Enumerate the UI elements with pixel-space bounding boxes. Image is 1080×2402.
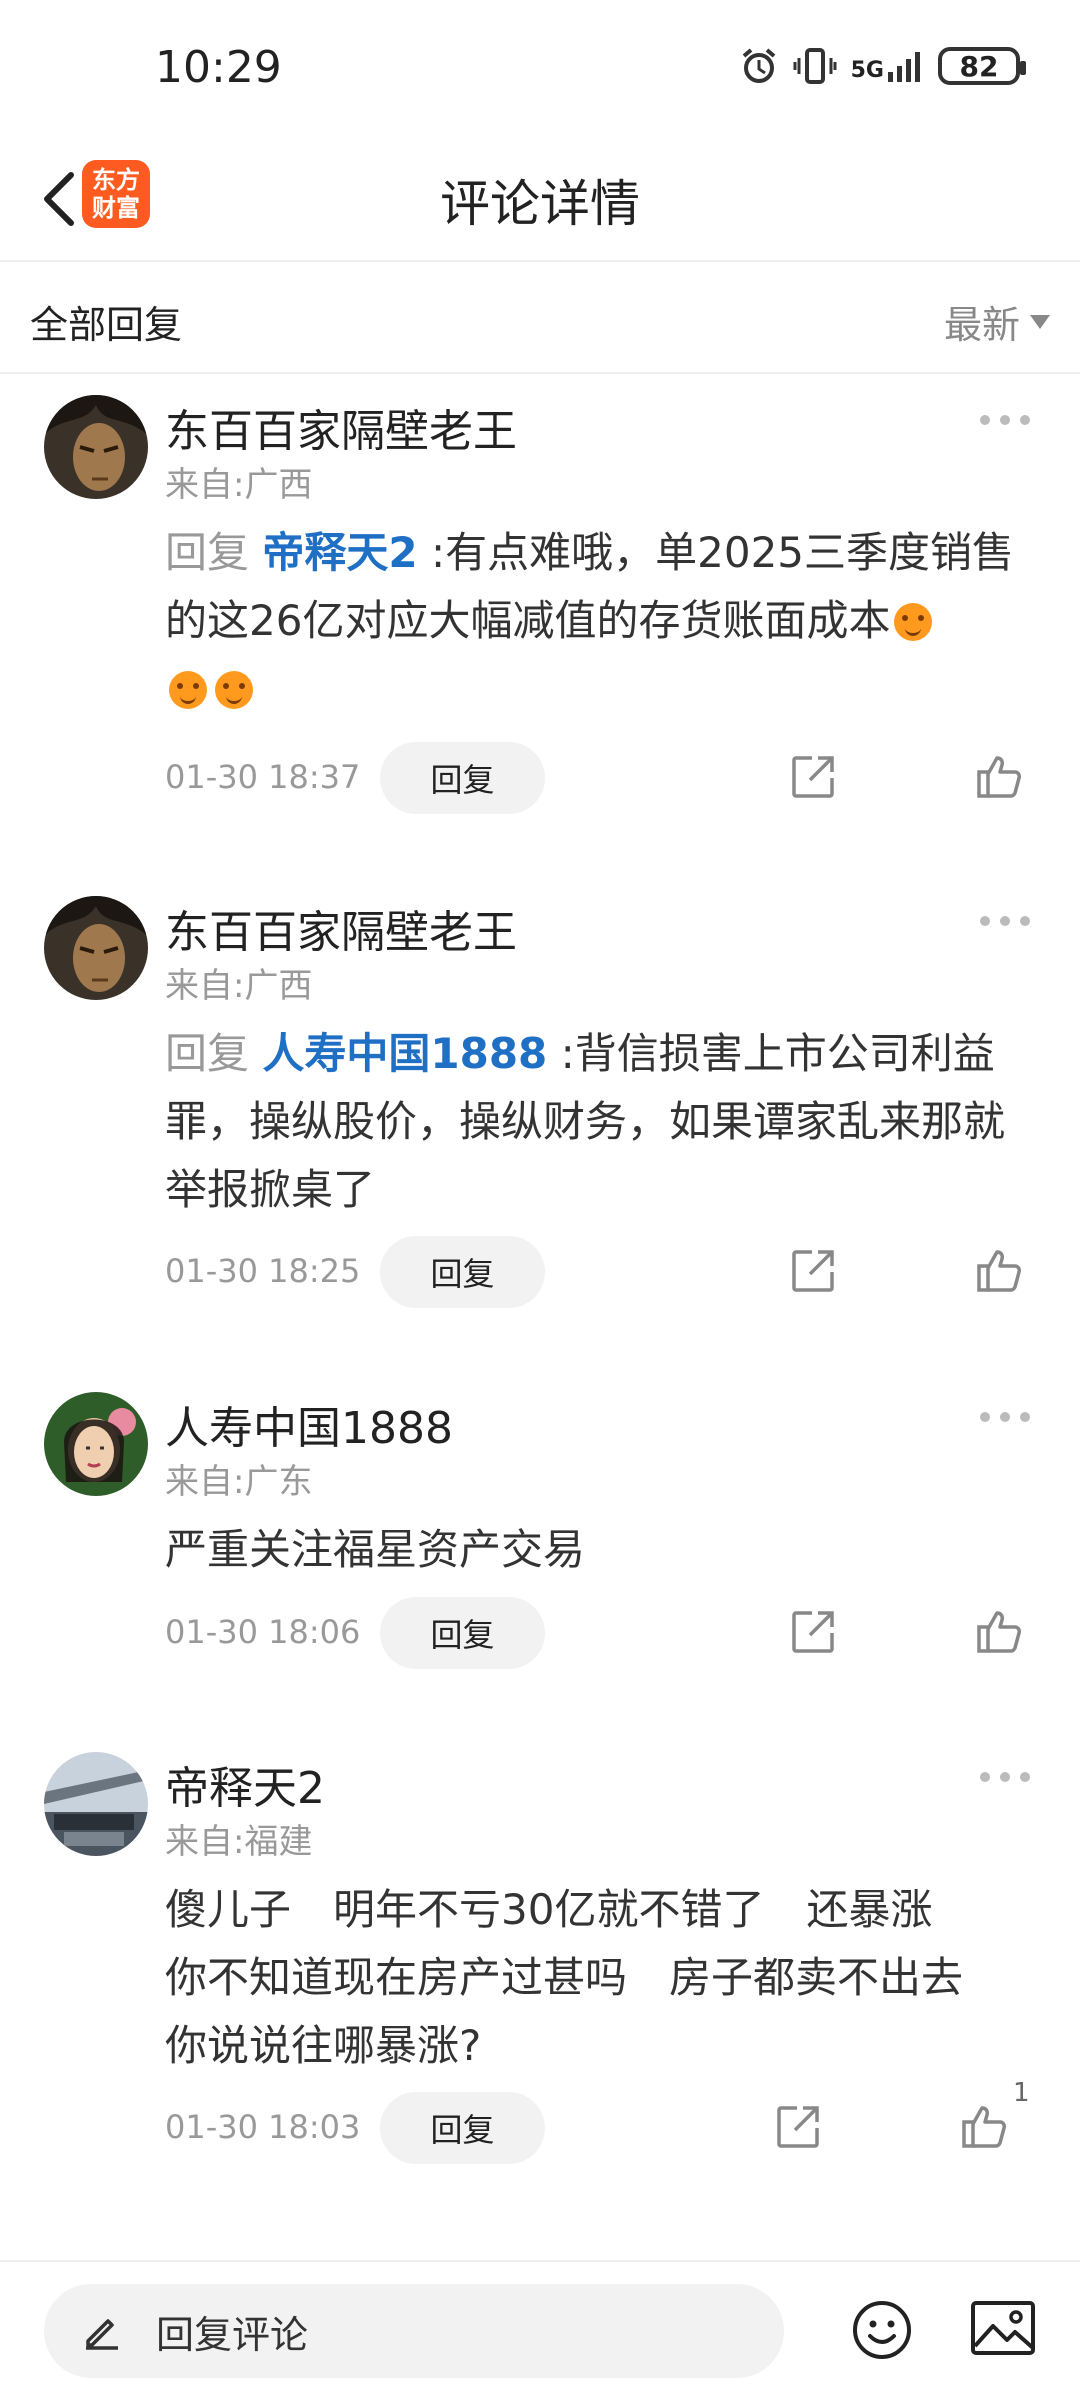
reply-button[interactable]: 回复 <box>380 742 545 814</box>
user-location: 来自:广西 <box>165 465 313 505</box>
comment-actions: 01-30 18:25 回复 <box>165 1236 1045 1308</box>
more-options-button[interactable] <box>980 1772 1030 1782</box>
comment-text: 回复 人寿中国1888 :背信损害上市公司利益罪，操纵股价，操纵财务，如果谭家乱… <box>165 1029 1006 1214</box>
avatar[interactable] <box>44 1392 148 1496</box>
comment-text: 严重关注福星资产交易 <box>165 1525 586 1574</box>
mention-link[interactable]: 人寿中国1888 <box>262 1029 547 1078</box>
username[interactable]: 人寿中国1888 <box>165 1392 453 1456</box>
reply-button[interactable]: 回复 <box>380 1236 545 1308</box>
comment-actions: 01-30 18:06 回复 <box>165 1597 1045 1669</box>
sort-dropdown[interactable]: 最新 <box>944 294 1050 349</box>
alarm-icon <box>742 48 775 83</box>
comment-text: 傻儿子 明年不亏30亿就不错了 还暴涨 你不知道现在房产过甚吗 房子都卖不出去 … <box>165 1885 964 2070</box>
status-time: 10:29 <box>155 42 282 93</box>
comment-actions: 01-30 18:37 回复 <box>165 742 1045 814</box>
status-icons: 5G 82 <box>739 46 1026 86</box>
user-location: 来自:广东 <box>165 1462 313 1502</box>
avatar[interactable] <box>44 395 148 499</box>
avatar[interactable] <box>44 896 148 1000</box>
thumbs-up-icon[interactable] <box>975 1246 1023 1294</box>
reply-button[interactable]: 回复 <box>380 2092 545 2164</box>
battery-indicator: 82 <box>938 47 1026 85</box>
comment-time: 01-30 18:37 <box>165 758 361 796</box>
grin-emoji-icon <box>169 671 207 709</box>
user-location: 来自:广西 <box>165 966 313 1006</box>
share-icon[interactable] <box>790 1248 836 1294</box>
replies-section-header: 全部回复 最新 <box>0 262 1080 374</box>
share-icon[interactable] <box>790 754 836 800</box>
emoji-icon[interactable] <box>850 2298 914 2362</box>
grin-emoji-icon <box>215 671 253 709</box>
reply-button[interactable]: 回复 <box>380 1597 545 1669</box>
more-options-button[interactable] <box>980 916 1030 926</box>
share-icon[interactable] <box>775 2104 821 2150</box>
share-icon[interactable] <box>790 1609 836 1655</box>
image-icon[interactable] <box>970 2300 1036 2356</box>
all-replies-label: 全部回复 <box>30 303 183 347</box>
avatar[interactable] <box>44 1752 148 1856</box>
nav-header: 东方 财富 评论详情 <box>0 140 1080 262</box>
more-options-button[interactable] <box>980 1412 1030 1422</box>
grin-emoji-icon <box>894 603 933 641</box>
bottom-reply-bar: 回复评论 <box>0 2260 1080 2402</box>
comment-actions: 01-30 18:03 回复 1 <box>165 2078 1045 2164</box>
status-bar: 10:29 5G 82 <box>0 0 1080 140</box>
thumbs-up-icon[interactable] <box>975 1607 1023 1655</box>
user-location: 来自:福建 <box>165 1822 313 1862</box>
comment-time: 01-30 18:06 <box>165 1613 361 1651</box>
username[interactable]: 东百百家隔壁老王 <box>165 896 517 960</box>
reply-input[interactable]: 回复评论 <box>44 2284 784 2378</box>
mention-link[interactable]: 帝释天2 <box>262 528 417 577</box>
like-count: 1 <box>1013 2078 1030 2108</box>
more-options-button[interactable] <box>980 415 1030 425</box>
comment-text: 回复 帝释天2 :有点难哦，单2025三季度销售的这26亿对应大幅减值的存货账面… <box>165 519 1035 723</box>
comment-time: 01-30 18:03 <box>165 2108 361 2146</box>
thumbs-up-icon[interactable] <box>960 2102 1008 2150</box>
pencil-icon <box>82 2311 122 2351</box>
vibrate-icon <box>793 48 837 84</box>
page-title: 评论详情 <box>440 175 640 233</box>
caret-down-icon <box>1030 314 1050 329</box>
comment-time: 01-30 18:25 <box>165 1252 361 1290</box>
username[interactable]: 东百百家隔壁老王 <box>165 395 517 459</box>
username[interactable]: 帝释天2 <box>165 1752 325 1816</box>
thumbs-up-icon[interactable] <box>975 752 1023 800</box>
signal-icon: 5G <box>851 50 924 82</box>
